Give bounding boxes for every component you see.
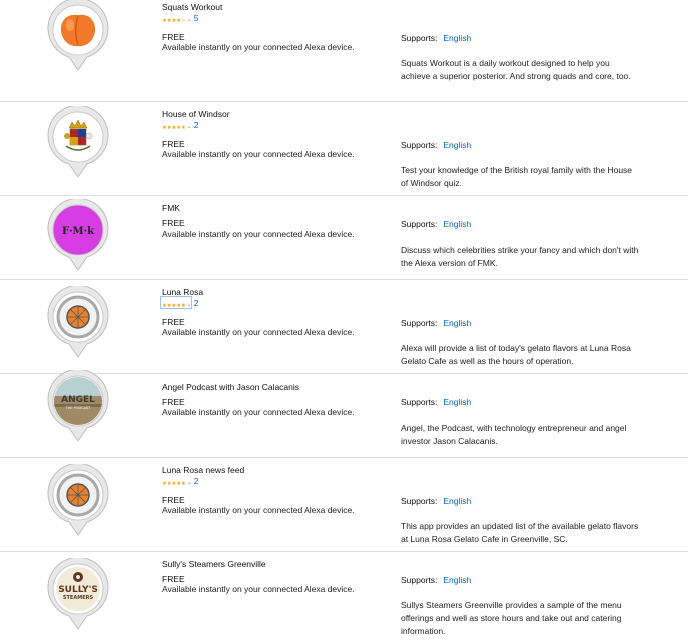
price: FREE [162,495,185,505]
skill-description: Test your knowledge of the British royal… [401,165,633,188]
skill-title[interactable]: Luna Rosa news feed [162,465,244,475]
sullys-logo-icon: SULLY'S STEAMERS [47,558,109,630]
availability: Available instantly on your connected Al… [162,407,355,417]
skill-row: F·M·k FMK FREE Available instantly on yo… [0,196,688,280]
chevron-down-icon: ⌄ [186,124,192,130]
supports-label: Supports: [401,575,438,585]
price: FREE [162,32,185,42]
skill-title[interactable]: Squats Workout [162,2,222,12]
angel-logo-text: ANGEL [61,395,95,405]
language-link[interactable]: English [443,575,471,585]
skill-description: Angel, the Podcast, with technology entr… [401,423,627,446]
price: FREE [162,139,185,149]
availability: Available instantly on your connected Al… [162,229,355,239]
price: FREE [162,218,185,228]
peach-icon [47,0,109,71]
skill-icon-link[interactable] [47,0,109,71]
skill-title[interactable]: Angel Podcast with Jason Calacanis [162,382,299,392]
skill-icon-link[interactable] [47,286,109,358]
rating[interactable]: ★★★★☆⌄ 5 [162,13,199,26]
sullys-logo-text: SULLY'S [58,585,98,595]
skill-title[interactable]: Sully's Steamers Greenville [162,559,266,569]
review-count[interactable]: 5 [194,13,199,23]
language-link[interactable]: English [443,140,471,150]
supports: Supports: English [401,397,471,407]
sullys-logo-subtext: STEAMERS [63,595,94,601]
skill-description: Alexa will provide a list of today's gel… [401,343,631,366]
supports: Supports: English [401,219,471,229]
skill-icon-link[interactable] [47,106,109,178]
supports-label: Supports: [401,140,438,150]
skill-icon-link[interactable] [47,464,109,536]
skill-icon-link[interactable]: ANGEL THE PODCAST [47,370,109,442]
chevron-down-icon: ⌄ [186,17,192,23]
language-link[interactable]: English [443,397,471,407]
star-rating-icon: ★★★★★ [162,480,186,487]
skill-description: This app provides an updated list of the… [401,521,639,544]
availability: Available instantly on your connected Al… [162,584,355,594]
supports: Supports: English [401,33,471,43]
supports-label: Supports: [401,397,438,407]
supports-label: Supports: [401,496,438,506]
availability: Available instantly on your connected Al… [162,327,355,337]
skill-row: Luna Rosa news feed ★★★★★⌄ 2 FREE Availab… [0,458,688,552]
skill-row: Luna Rosa ★★★★★⌄ 2 FREE Available instant… [0,280,688,374]
price: FREE [162,317,185,327]
language-link[interactable]: English [443,318,471,328]
language-link[interactable]: English [443,33,471,43]
skill-description: Squats Workout is a daily workout design… [401,58,631,81]
skill-title[interactable]: FMK [162,203,180,213]
star-rating-icon: ★★★★☆ [162,17,186,24]
star-rating-icon: ★★★★★ [162,302,186,309]
review-count[interactable]: 2 [194,476,199,486]
skill-row: Squats Workout ★★★★☆⌄ 5 FREE Available in… [0,0,688,102]
skill-description: Sullys Steamers Greenville provides a sa… [401,600,622,636]
supports: Supports: English [401,318,471,328]
star-rating-icon: ★★★★★ [162,124,186,131]
supports: Supports: English [401,575,471,585]
availability: Available instantly on your connected Al… [162,42,355,52]
availability: Available instantly on your connected Al… [162,505,355,515]
fmk-logo-text: F·M·k [62,226,95,237]
gelato-badge-icon [47,286,109,358]
fmk-logo-icon: F·M·k [47,199,109,271]
price: FREE [162,574,185,584]
supports-label: Supports: [401,219,438,229]
skill-icon-link[interactable]: SULLY'S STEAMERS [47,558,109,630]
skill-row: SULLY'S STEAMERS Sully's Steamers Greenv… [0,552,688,642]
rating[interactable]: ★★★★★⌄ 2 [162,476,199,489]
angel-logo-subtext: THE PODCAST [65,406,92,410]
supports-label: Supports: [401,33,438,43]
gelato-badge-icon [47,464,109,536]
skill-icon-link[interactable]: F·M·k [47,199,109,271]
supports: Supports: English [401,140,471,150]
rating[interactable]: ★★★★★⌄ 2 [162,298,199,311]
skill-row: House of Windsor ★★★★★⌄ 2 FREE Available … [0,102,688,196]
rating[interactable]: ★★★★★⌄ 2 [162,120,199,133]
language-link[interactable]: English [443,496,471,506]
chevron-down-icon: ⌄ [186,302,192,308]
skill-title[interactable]: House of Windsor [162,109,230,119]
availability: Available instantly on your connected Al… [162,149,355,159]
skill-row: ANGEL THE PODCAST Angel Podcast with Jas… [0,370,688,458]
skill-description: Discuss which celebrities strike your fa… [401,245,639,268]
review-count[interactable]: 2 [194,120,199,130]
angel-podcast-icon: ANGEL THE PODCAST [47,370,109,442]
supports-label: Supports: [401,318,438,328]
chevron-down-icon: ⌄ [186,480,192,486]
review-count[interactable]: 2 [194,298,199,308]
language-link[interactable]: English [443,219,471,229]
supports: Supports: English [401,496,471,506]
price: FREE [162,397,185,407]
skill-title[interactable]: Luna Rosa [162,287,203,297]
royal-crest-icon [47,106,109,178]
